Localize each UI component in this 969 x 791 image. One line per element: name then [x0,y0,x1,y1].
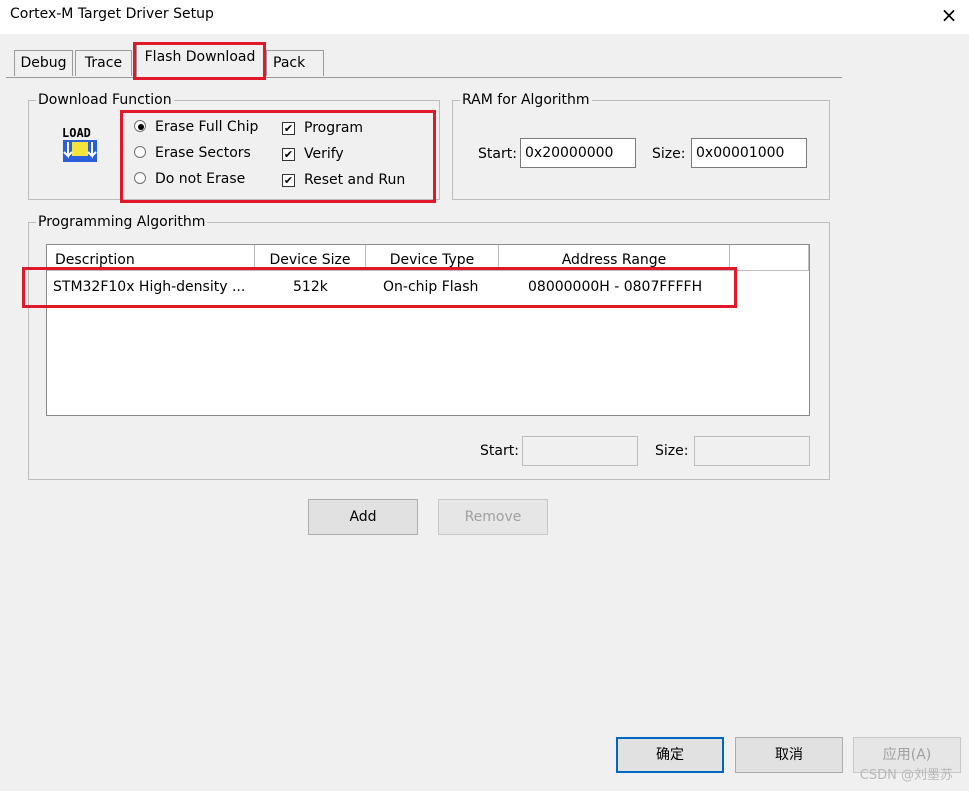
ram-legend: RAM for Algorithm [460,92,592,108]
cancel-button[interactable]: 取消 [735,737,843,773]
programming-algorithm-legend: Programming Algorithm [36,214,208,230]
algorithm-start-label: Start: [480,443,519,459]
window-title: Cortex-M Target Driver Setup [10,6,214,22]
ram-size-input[interactable]: 0x00001000 [691,138,807,168]
tab-pack[interactable]: Pack [266,50,324,76]
ram-start-label: Start: [478,146,517,162]
watermark: CSDN @刘墨苏 [859,768,953,783]
ram-size-label: Size: [652,146,686,162]
algorithm-size-label: Size: [655,443,689,459]
highlight-algorithm-row [22,267,737,308]
highlight-download-options [120,110,436,203]
remove-button[interactable]: Remove [438,499,548,535]
ok-button[interactable]: 确定 [616,737,724,773]
highlight-tab [133,42,266,80]
algorithm-size-input[interactable] [694,436,810,466]
close-icon[interactable]: × [936,2,962,28]
tab-trace[interactable]: Trace [75,50,132,76]
algorithm-start-input[interactable] [522,436,638,466]
load-icon: LOAD [58,124,102,166]
column-header-empty [730,245,809,271]
add-button[interactable]: Add [308,499,418,535]
tab-debug[interactable]: Debug [14,50,73,76]
download-function-legend: Download Function [36,92,174,108]
svg-text:LOAD: LOAD [62,126,91,140]
ram-start-input[interactable]: 0x20000000 [520,138,636,168]
tab-baseline [6,77,842,78]
